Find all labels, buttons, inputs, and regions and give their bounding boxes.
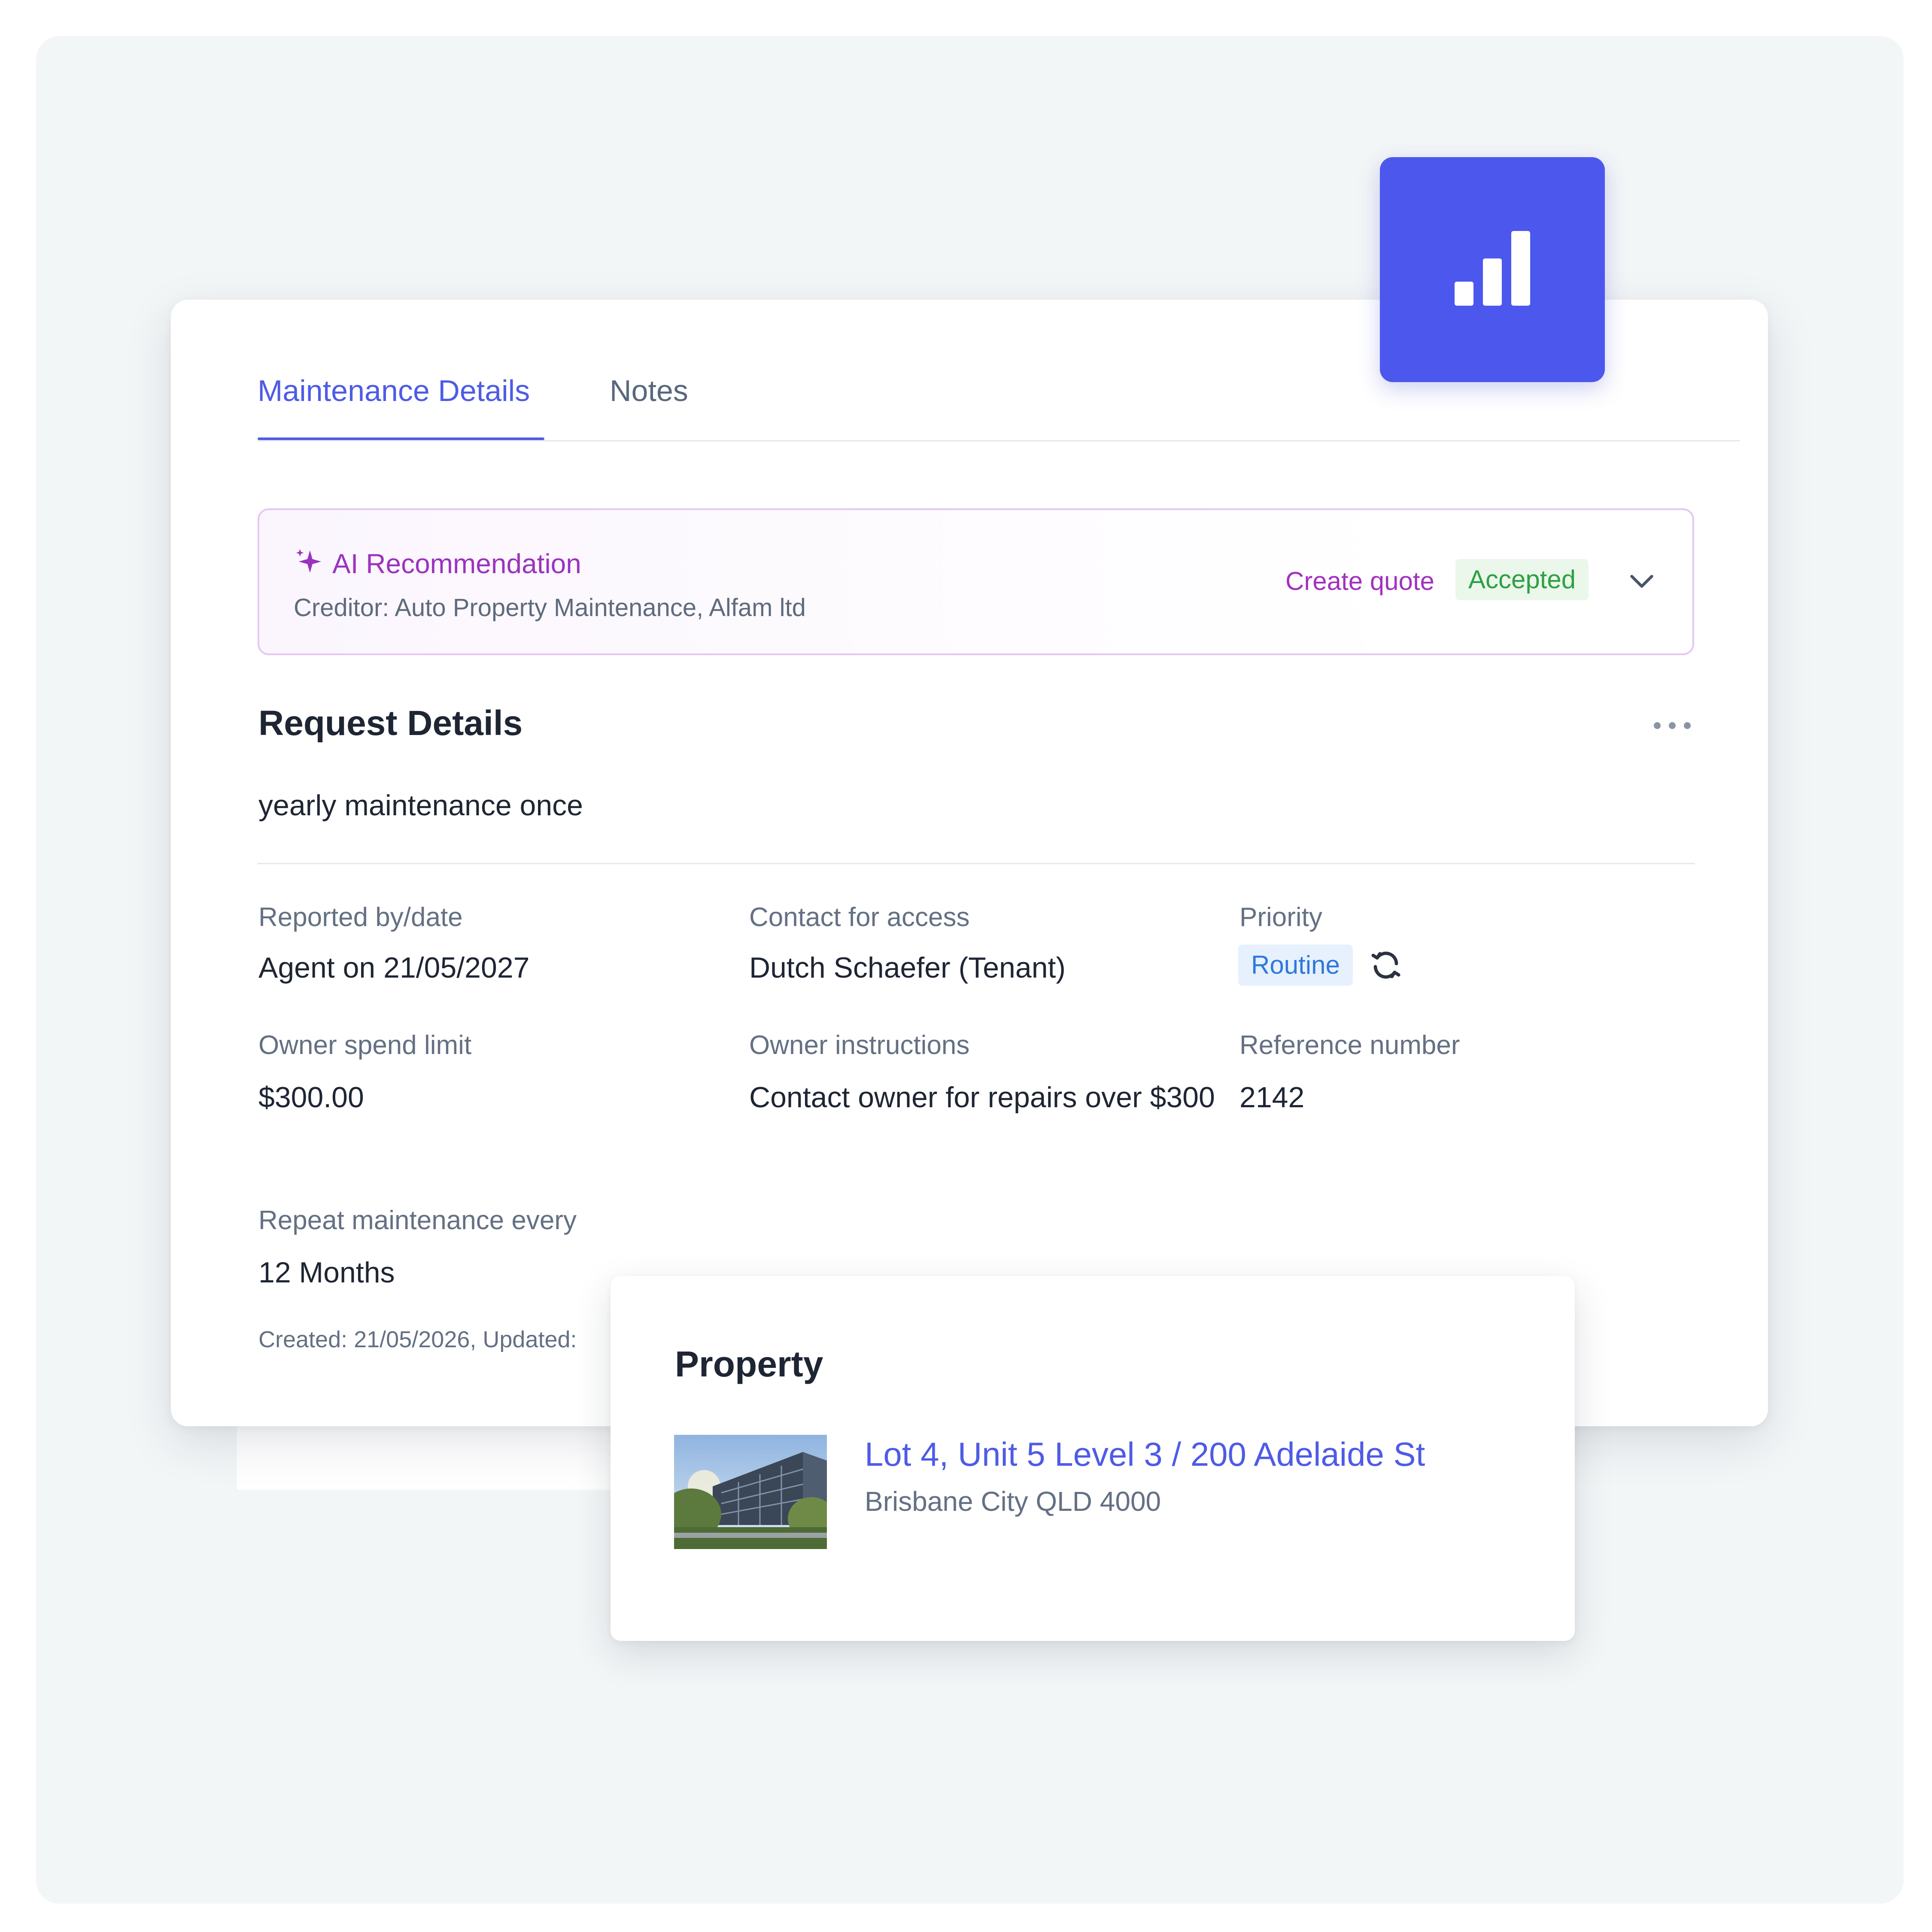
accepted-status-badge: Accepted	[1455, 559, 1589, 600]
property-title: Property	[675, 1344, 823, 1384]
instructions-label: Owner instructions	[749, 1030, 970, 1060]
instructions-value: Contact owner for repairs over $300	[749, 1081, 1215, 1114]
contact-value: Dutch Schaefer (Tenant)	[749, 951, 1066, 984]
ai-creditor-text: Creditor: Auto Property Maintenance, Alf…	[294, 594, 806, 622]
ai-recommendation-label: AI Recommendation	[332, 548, 581, 579]
reference-label: Reference number	[1239, 1030, 1460, 1060]
request-divider	[258, 863, 1695, 864]
chevron-down-icon[interactable]	[1625, 564, 1659, 598]
tab-maintenance-details[interactable]: Maintenance Details	[258, 369, 530, 412]
ai-recommendation-panel: AI Recommendation Creditor: Auto Propert…	[258, 508, 1694, 655]
spend-limit-label: Owner spend limit	[258, 1030, 472, 1060]
property-city: Brisbane City QLD 4000	[865, 1486, 1161, 1517]
refresh-icon[interactable]	[1368, 947, 1404, 983]
created-updated-meta: Created: 21/05/2026, Updated:	[258, 1327, 577, 1352]
property-card: Property Lot 4, Unit 5 Level 3 / 200 Ade…	[611, 1276, 1575, 1641]
repeat-label: Repeat maintenance every	[258, 1206, 577, 1235]
request-description: yearly maintenance once	[258, 789, 583, 822]
building-photo	[674, 1435, 827, 1549]
priority-label: Priority	[1239, 902, 1322, 932]
tab-notes[interactable]: Notes	[610, 369, 688, 412]
reported-label: Reported by/date	[258, 902, 463, 932]
building-photo-graphic	[674, 1435, 827, 1549]
reference-value: 2142	[1239, 1081, 1305, 1114]
chart-badge	[1380, 157, 1605, 382]
request-details-title: Request Details	[258, 704, 523, 743]
tabs-divider	[258, 440, 1740, 441]
priority-badge: Routine	[1238, 945, 1353, 986]
contact-label: Contact for access	[749, 902, 970, 932]
ai-recommendation-title: AI Recommendation	[294, 544, 581, 583]
card-underlay	[237, 1421, 623, 1490]
repeat-value: 12 Months	[258, 1256, 395, 1289]
spend-limit-value: $300.00	[258, 1081, 364, 1114]
more-horizontal-icon[interactable]	[1649, 708, 1696, 743]
property-address-link[interactable]: Lot 4, Unit 5 Level 3 / 200 Adelaide St	[865, 1431, 1425, 1478]
reported-value: Agent on 21/05/2027	[258, 951, 530, 984]
sparkle-icon	[296, 549, 322, 573]
create-quote-link[interactable]: Create quote	[1285, 564, 1434, 598]
